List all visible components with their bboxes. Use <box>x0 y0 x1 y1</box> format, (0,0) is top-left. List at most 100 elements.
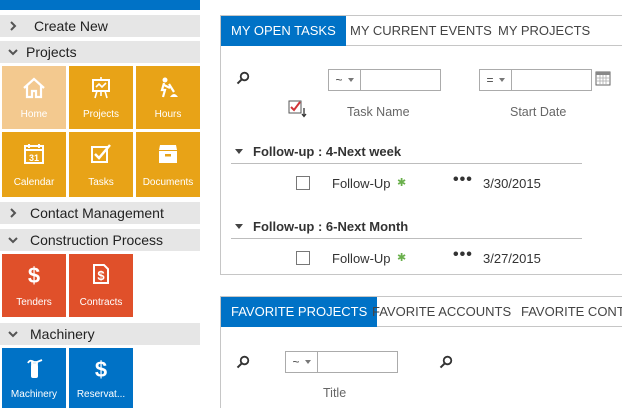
calendar-picker-icon[interactable] <box>595 70 611 86</box>
easel-icon <box>69 76 133 100</box>
tile-contracts[interactable]: $ Contracts <box>69 254 133 317</box>
title-filter[interactable]: ~ <box>285 351 398 373</box>
tile-tasks[interactable]: Tasks <box>69 132 133 197</box>
filter-operator-dropdown[interactable]: ~ <box>329 70 361 90</box>
table-row: Follow-Up ✱ ••• 3/27/2015 <box>221 245 622 271</box>
tile-label: Tasks <box>88 177 114 188</box>
tab-my-open-tasks[interactable]: MY OPEN TASKS <box>221 16 346 46</box>
task-check-icon <box>69 142 133 166</box>
chevron-down-icon <box>0 328 26 340</box>
tab-my-projects[interactable]: MY PROJECTS <box>488 16 600 46</box>
tile-documents[interactable]: Documents <box>136 132 200 197</box>
dollar-icon: $ <box>2 262 66 286</box>
nav-projects[interactable]: Projects <box>0 41 200 63</box>
select-all-checkbox-icon[interactable] <box>288 100 308 118</box>
nav-construction-process[interactable]: Construction Process <box>0 229 200 251</box>
chevron-right-icon <box>0 207 26 219</box>
filter-operator-dropdown[interactable]: = <box>480 70 512 90</box>
tile-tenders[interactable]: $ Tenders <box>2 254 66 317</box>
nav-create-new[interactable]: Create New <box>0 15 200 37</box>
chevron-down-icon <box>0 46 26 58</box>
calendar-icon: 31 <box>2 142 66 166</box>
collapse-triangle-icon <box>235 223 243 229</box>
favorites-tab-bar: FAVORITE PROJECTS FAVORITE ACCOUNTS FAVO… <box>221 297 622 327</box>
new-marker-icon: ✱ <box>397 177 407 189</box>
nav-construction-process-label: Construction Process <box>30 232 164 248</box>
worker-icon <box>136 76 200 100</box>
group-divider <box>231 163 582 164</box>
tab-favorite-projects[interactable]: FAVORITE PROJECTS <box>221 297 378 327</box>
group-divider <box>231 238 582 239</box>
search-icon[interactable] <box>236 71 250 85</box>
start-date-filter[interactable]: = <box>479 69 592 91</box>
task-date: 3/30/2015 <box>483 176 541 191</box>
row-menu-button[interactable]: ••• <box>453 171 473 189</box>
task-title-link[interactable]: Follow-Up <box>332 176 391 191</box>
tile-projects[interactable]: Projects <box>69 66 133 129</box>
nav-create-new-label: Create New <box>34 18 108 34</box>
home-icon <box>2 76 66 100</box>
tasks-panel: MY OPEN TASKS MY CURRENT EVENTS MY PROJE… <box>220 15 622 275</box>
group-header[interactable]: Follow-up : 6-Next Month <box>221 213 622 239</box>
dollar-icon: $ <box>69 356 133 380</box>
tile-label: Home <box>20 109 48 120</box>
tile-hours[interactable]: Hours <box>136 66 200 129</box>
nav-contact-management[interactable]: Contact Management <box>0 202 200 224</box>
column-header-task-name[interactable]: Task Name <box>347 105 410 119</box>
tile-label: Reservat... <box>76 389 126 400</box>
tile-calendar[interactable]: 31 Calendar <box>2 132 66 197</box>
svg-text:$: $ <box>28 263 40 286</box>
column-header-title[interactable]: Title <box>323 386 346 400</box>
caret-down-icon <box>347 78 354 82</box>
operator-text: ~ <box>292 355 300 369</box>
nav-contact-management-label: Contact Management <box>30 205 164 221</box>
tile-machinery[interactable]: Machinery <box>2 348 66 408</box>
operator-text: = <box>486 73 494 87</box>
nav-machinery[interactable]: Machinery <box>0 323 200 345</box>
tile-label: Calendar <box>13 177 55 188</box>
task-title-link[interactable]: Follow-Up <box>332 251 391 266</box>
nav-projects-label: Projects <box>26 44 77 60</box>
search-icon[interactable] <box>236 355 250 369</box>
contract-dollar-icon: $ <box>69 262 133 286</box>
fire-extinguisher-icon <box>2 356 66 380</box>
tile-label: Documents <box>142 177 194 188</box>
tile-reservations[interactable]: $ Reservat... <box>69 348 133 408</box>
top-accent-bar <box>0 0 200 10</box>
favorites-panel: FAVORITE PROJECTS FAVORITE ACCOUNTS FAVO… <box>220 296 622 408</box>
tab-my-current-events[interactable]: MY CURRENT EVENTS <box>340 16 502 46</box>
tile-label: Tenders <box>16 297 52 308</box>
caret-down-icon <box>498 78 505 82</box>
tasks-tab-bar: MY OPEN TASKS MY CURRENT EVENTS MY PROJE… <box>221 16 622 46</box>
chevron-down-icon <box>0 234 26 246</box>
task-name-filter[interactable]: ~ <box>328 69 441 91</box>
search-icon[interactable] <box>439 355 453 369</box>
chevron-right-icon <box>0 20 26 32</box>
svg-text:$: $ <box>97 268 105 283</box>
task-date: 3/27/2015 <box>483 251 541 266</box>
caret-down-icon <box>304 360 311 364</box>
group-header[interactable]: Follow-up : 4-Next week <box>221 138 622 164</box>
svg-text:$: $ <box>95 357 107 380</box>
tile-label: Machinery <box>10 389 58 400</box>
operator-text: ~ <box>335 73 343 87</box>
row-checkbox[interactable] <box>296 251 310 265</box>
row-menu-button[interactable]: ••• <box>453 246 473 264</box>
tile-home[interactable]: Home <box>2 66 66 129</box>
tab-favorite-accounts[interactable]: FAVORITE ACCOUNTS <box>362 297 521 327</box>
filter-operator-dropdown[interactable]: ~ <box>286 352 318 372</box>
tile-label: Projects <box>82 109 120 120</box>
tile-label: Contracts <box>79 297 123 308</box>
group-title: Follow-up : 4-Next week <box>253 143 402 159</box>
collapse-triangle-icon <box>235 148 243 154</box>
calendar-day-text: 31 <box>29 153 39 163</box>
archive-box-icon <box>136 142 200 166</box>
column-header-start-date[interactable]: Start Date <box>510 105 566 119</box>
group-title: Follow-up : 6-Next Month <box>253 218 409 234</box>
tile-label: Hours <box>154 109 182 120</box>
table-row: Follow-Up ✱ ••• 3/30/2015 <box>221 170 622 196</box>
nav-machinery-label: Machinery <box>30 326 95 342</box>
tab-favorite-contacts[interactable]: FAVORITE CONTA <box>511 297 622 327</box>
row-checkbox[interactable] <box>296 176 310 190</box>
new-marker-icon: ✱ <box>397 252 407 264</box>
